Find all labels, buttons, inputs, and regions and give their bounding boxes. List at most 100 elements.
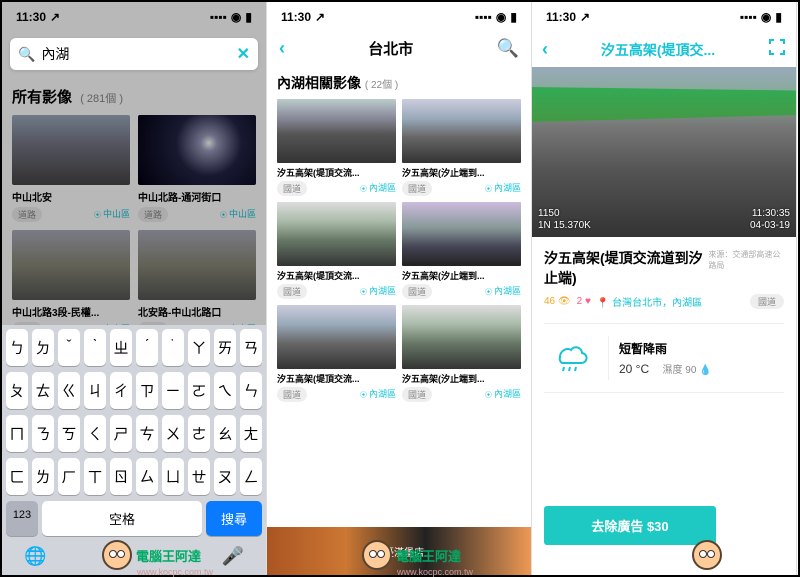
status-time: 11:30	[546, 10, 576, 24]
camera-thumbnail	[277, 202, 396, 266]
key[interactable]: ㄖ	[110, 458, 132, 495]
wifi-icon: ◉	[496, 10, 506, 24]
key[interactable]: ㄈ	[6, 458, 28, 495]
district-label: 內湖區	[360, 181, 396, 196]
road-type-pill: 國道	[277, 284, 307, 299]
fullscreen-icon[interactable]	[768, 38, 786, 61]
search-bar[interactable]: 🔍 ✕	[10, 38, 258, 70]
key[interactable]: ㄒ	[84, 458, 106, 495]
key[interactable]: ㄏ	[58, 458, 80, 495]
back-chevron-icon[interactable]: ‹	[542, 39, 548, 60]
key[interactable]: ㄧ	[162, 372, 184, 409]
key[interactable]: ㄋ	[32, 415, 54, 452]
signal-icon: ▪▪▪▪	[740, 10, 757, 24]
camera-title: 汐五高架(汐止端到...	[402, 372, 521, 385]
key[interactable]: ㄎ	[58, 415, 80, 452]
signal-icon: ▪▪▪▪	[475, 10, 492, 24]
key[interactable]: ㄗ	[136, 372, 158, 409]
road-type-pill: 國道	[402, 284, 432, 299]
mic-icon[interactable]: 🎤	[222, 546, 244, 567]
page-title: 汐五高架(堤頂交...	[601, 40, 715, 60]
location-arrow-icon: ↗	[580, 10, 590, 24]
section-count: ( 22個 )	[365, 80, 398, 91]
key[interactable]: ㄇ	[6, 415, 28, 452]
source-credit: 來源：交通部高速公路局	[708, 249, 784, 271]
space-key[interactable]: 空格	[42, 501, 202, 536]
remove-ads-button[interactable]: 去除廣告 $30	[544, 506, 716, 545]
key[interactable]: ㄌ	[32, 458, 54, 495]
key[interactable]: ㄕ	[110, 415, 132, 452]
camera-detail-title: 汐五高架(堤頂交流道到汐止端)	[544, 249, 708, 288]
camera-title: 汐五高架(汐止端到...	[402, 269, 521, 282]
clear-search-icon[interactable]: ✕	[237, 44, 250, 64]
road-type-pill: 國道	[277, 181, 307, 196]
camera-card[interactable]: 汐五高架(汐止端到...國道內湖區	[402, 305, 521, 402]
camera-card[interactable]: 汐五高架(汐止端到... 國道 內湖區	[402, 202, 521, 299]
key[interactable]: ㄢ	[240, 329, 262, 366]
district-label: 內湖區	[485, 284, 521, 299]
camera-thumbnail	[277, 99, 396, 163]
camera-card[interactable]: 汐五高架(堤頂交流...國道內湖區	[277, 202, 396, 299]
key[interactable]: ˇ	[58, 329, 80, 366]
key[interactable]: ㄉ	[32, 329, 54, 366]
camera-card[interactable]: 汐五高架(堤頂交流... 國道 內湖區	[277, 99, 396, 196]
key[interactable]: ˋ	[84, 329, 106, 366]
camera-card[interactable]: 汐五高架(堤頂交流...國道內湖區	[277, 305, 396, 402]
key[interactable]: ㄥ	[240, 458, 262, 495]
status-bar: 11:30 ↗ ▪▪▪▪ ◉ ▮	[267, 2, 531, 32]
key[interactable]: ㄣ	[240, 372, 262, 409]
battery-icon: ▮	[510, 10, 517, 24]
key[interactable]: ㄔ	[110, 372, 132, 409]
phone-search-screen: 11:30↗ ▪▪▪▪ ◉ ▮ 🔍 ✕ 所有影像 ( 281個 ) 中山北安 道…	[2, 2, 267, 575]
key[interactable]: ㄝ	[188, 458, 210, 495]
bottom-ad-banner[interactable]: 解憂漢堡店	[267, 527, 531, 575]
section-title-label: 內湖相關影像	[277, 75, 361, 91]
key[interactable]: ㄤ	[240, 415, 262, 452]
phone-detail-screen: 11:30↗ ▪▪▪▪◉▮ ‹ 汐五高架(堤頂交... 1150 1N 15.3…	[532, 2, 797, 575]
search-input[interactable]	[41, 46, 236, 62]
location-arrow-icon: ↗	[315, 10, 325, 24]
address-label[interactable]: 📍 台灣台北市，內湖區	[597, 294, 702, 309]
key[interactable]: ㄆ	[6, 372, 28, 409]
key[interactable]: ㄘ	[136, 415, 158, 452]
district-label: 內湖區	[360, 387, 396, 402]
numeric-toggle-key[interactable]: 123	[6, 501, 38, 536]
road-type-pill: 國道	[402, 181, 432, 196]
key[interactable]: ㄚ	[188, 329, 210, 366]
search-icon[interactable]: 🔍	[497, 38, 519, 59]
key[interactable]: ㄍ	[58, 372, 80, 409]
key[interactable]: ㄛ	[188, 372, 210, 409]
key[interactable]: ˙	[162, 329, 184, 366]
key[interactable]: ㄟ	[214, 372, 236, 409]
globe-icon[interactable]: 🌐	[24, 546, 46, 567]
camera-title: 汐五高架(堤頂交流...	[277, 166, 396, 179]
key[interactable]: ㄐ	[84, 372, 106, 409]
key[interactable]: ㄊ	[32, 372, 54, 409]
camera-thumbnail	[402, 99, 521, 163]
overlay-id: 1150	[538, 208, 560, 219]
district-label: 內湖區	[485, 387, 521, 402]
key[interactable]: ㄞ	[214, 329, 236, 366]
page-title: 台北市	[368, 38, 413, 59]
key[interactable]: ㄑ	[84, 415, 106, 452]
key[interactable]: ㄓ	[110, 329, 132, 366]
key[interactable]: ㄜ	[188, 415, 210, 452]
key[interactable]: ㄨ	[162, 415, 184, 452]
like-count: 2 ♥	[577, 296, 591, 307]
camera-thumbnail	[402, 305, 521, 369]
key[interactable]: ˊ	[136, 329, 158, 366]
back-chevron-icon[interactable]: ‹	[279, 38, 285, 59]
camera-thumbnail	[277, 305, 396, 369]
view-count: 46 👁	[544, 296, 571, 307]
status-time: 11:30	[281, 10, 311, 24]
key[interactable]: ㄡ	[214, 458, 236, 495]
key[interactable]: ㄅ	[6, 329, 28, 366]
key[interactable]: ㄠ	[214, 415, 236, 452]
camera-title: 汐五高架(堤頂交流...	[277, 372, 396, 385]
camera-card[interactable]: 汐五高架(汐止端到...國道內湖區	[402, 99, 521, 196]
search-key[interactable]: 搜尋	[206, 501, 262, 536]
key[interactable]: ㄩ	[162, 458, 184, 495]
key[interactable]: ㄙ	[136, 458, 158, 495]
battery-icon: ▮	[775, 10, 782, 24]
live-camera-feed[interactable]: 1150 1N 15.370K 11:30:35 04-03-19	[532, 67, 796, 237]
